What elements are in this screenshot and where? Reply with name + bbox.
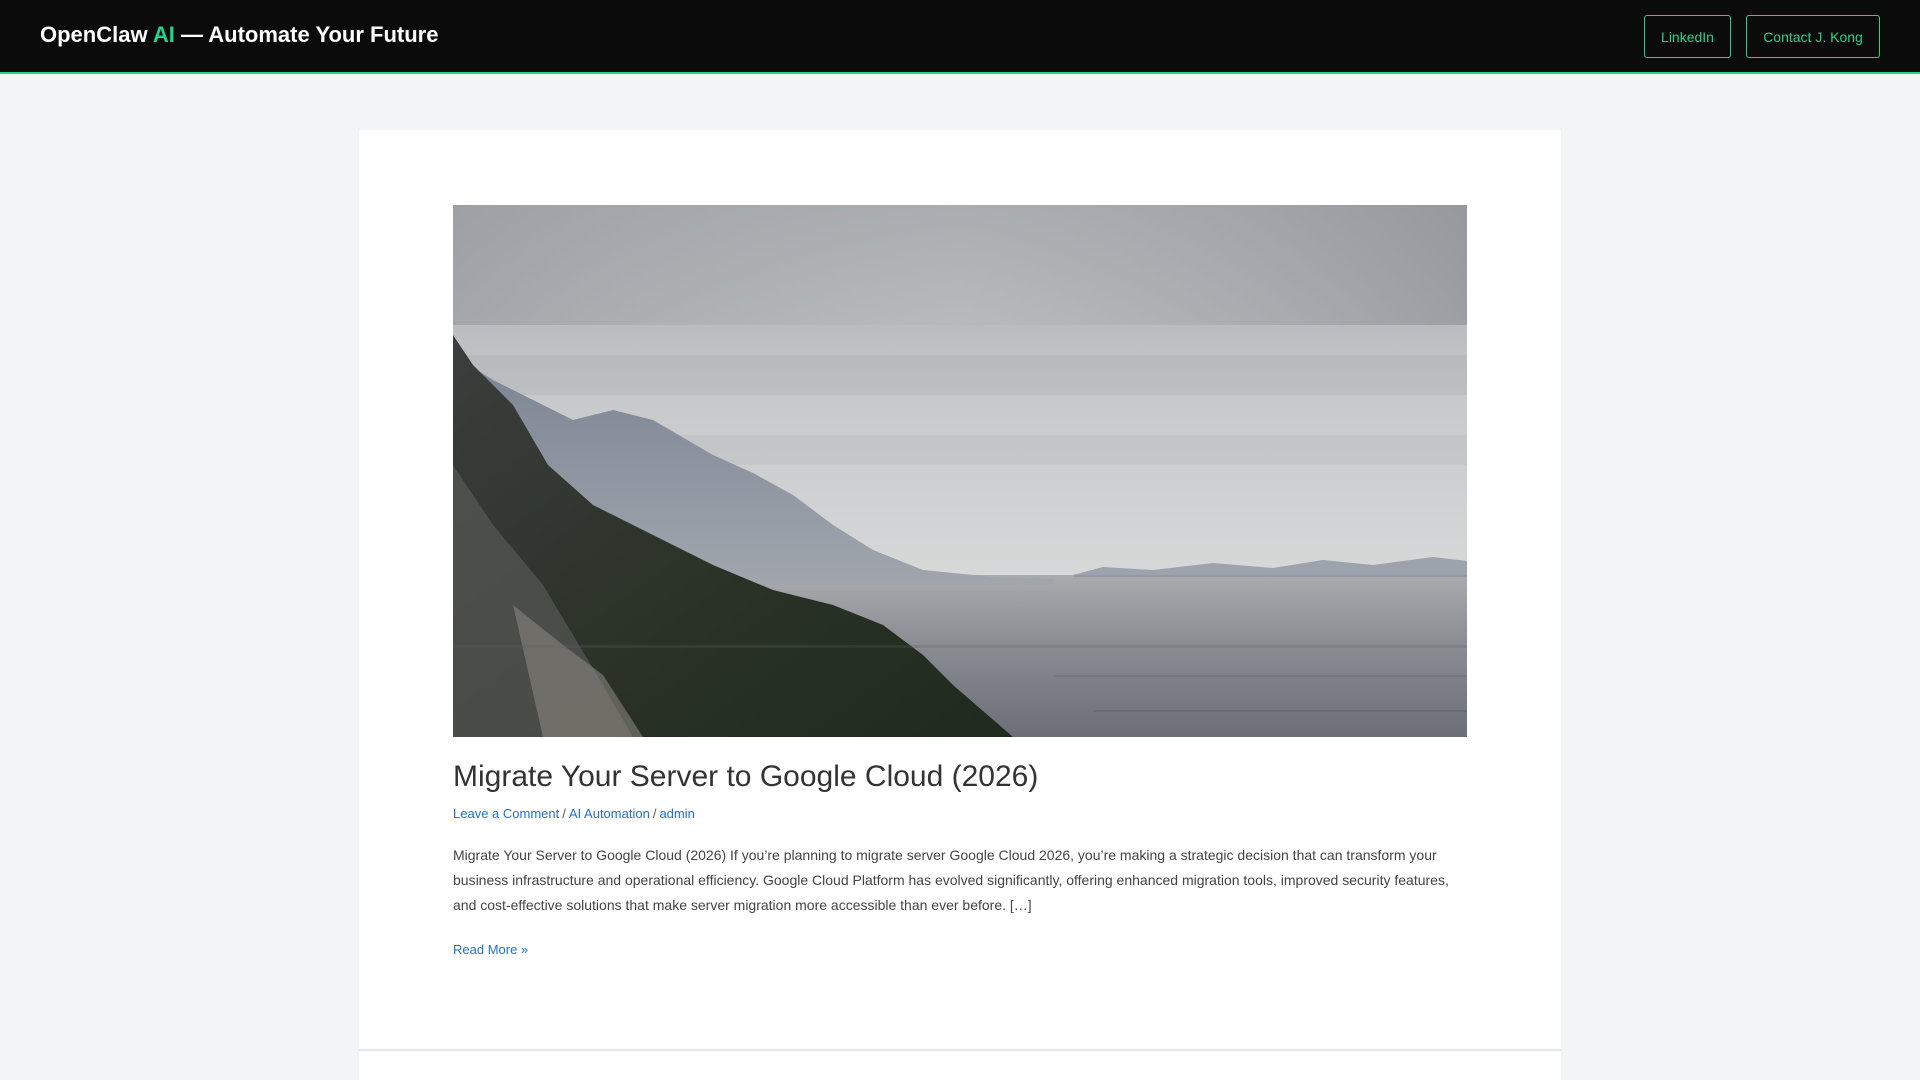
site-header: OpenClaw AI — Automate Your Future Linke… — [0, 0, 1920, 74]
leave-comment-link[interactable]: Leave a Comment — [453, 806, 559, 821]
brand-suffix: — Automate Your Future — [174, 22, 439, 47]
coastal-mountains-sea-photo — [453, 205, 1467, 737]
author-link[interactable]: admin — [659, 806, 694, 821]
brand-accent: AI — [152, 22, 175, 47]
brand-prefix: OpenClaw — [40, 22, 153, 47]
featured-image[interactable] — [453, 205, 1467, 737]
post-excerpt: Migrate Your Server to Google Cloud (202… — [453, 847, 1449, 913]
post-meta: Leave a Comment / AI Automation / admin — [453, 806, 695, 821]
post-card: Migrate Your Server to Google Cloud (202… — [359, 130, 1561, 1050]
next-post-card — [359, 1051, 1561, 1080]
read-more-link[interactable]: Read More » — [453, 942, 528, 957]
linkedin-button[interactable]: LinkedIn — [1644, 15, 1731, 58]
post-title[interactable]: Migrate Your Server to Google Cloud (202… — [453, 760, 1467, 794]
site-title[interactable]: OpenClaw AI — Automate Your Future — [40, 22, 438, 48]
contact-button[interactable]: Contact J. Kong — [1746, 15, 1880, 58]
meta-separator: / — [562, 806, 566, 821]
category-link[interactable]: AI Automation — [569, 806, 650, 821]
meta-separator: / — [652, 806, 657, 821]
